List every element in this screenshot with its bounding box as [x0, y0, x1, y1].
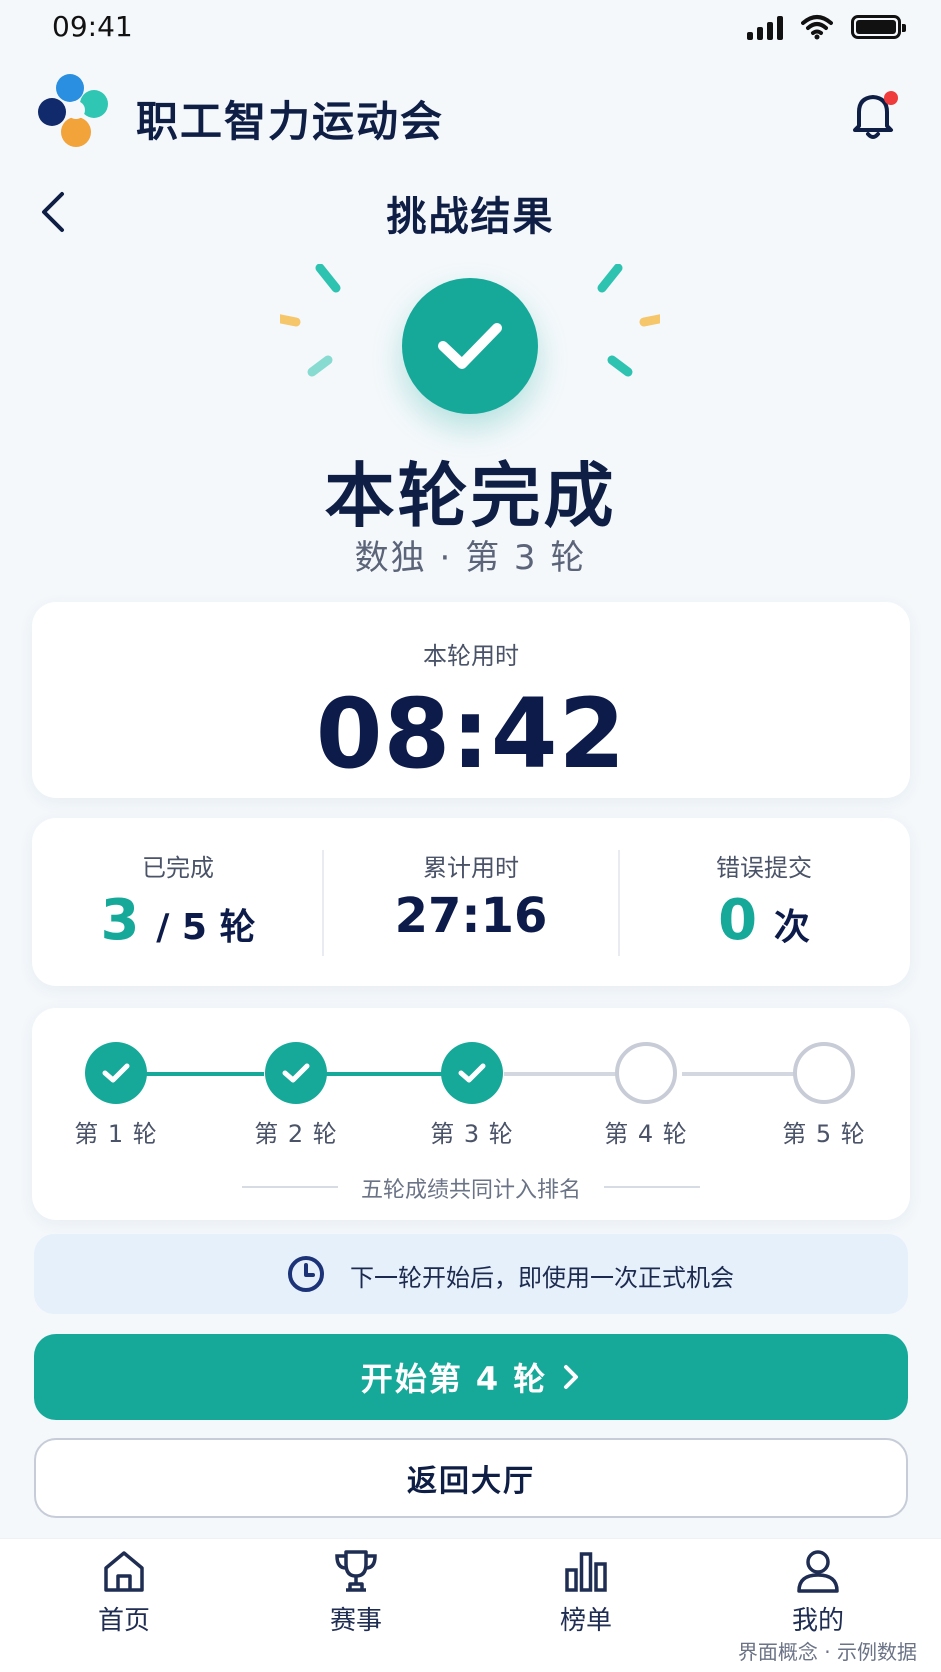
back-to-lobby-button[interactable]: 返回大厅: [34, 1438, 908, 1518]
bar-chart-icon: [565, 1552, 607, 1592]
status-icons: [747, 14, 906, 40]
progress-note: 五轮成绩共同计入排名: [360, 1178, 581, 1203]
start-next-round-label: 开始第 4 轮: [360, 1360, 548, 1398]
user-icon: [797, 1550, 839, 1593]
home-icon: [104, 1551, 144, 1592]
round-label-4: 第 4 轮: [604, 1120, 688, 1148]
progress-connector: [146, 1072, 264, 1076]
completed-unit: / 5 轮: [156, 907, 256, 948]
round-label-5: 第 5 轮: [782, 1120, 866, 1148]
total-time-label: 累计用时: [423, 854, 519, 882]
round-node-3: [441, 1042, 503, 1104]
round-label-3: 第 3 轮: [430, 1120, 514, 1148]
stat-errors: 错误提交 0 次: [618, 818, 910, 986]
tab-leaderboard-label: 榜单: [559, 1606, 612, 1636]
round-time-value: 08:42: [315, 678, 627, 790]
success-badge: [402, 278, 538, 414]
tab-leaderboard[interactable]: 榜单: [516, 1548, 656, 1648]
stat-divider: [322, 850, 324, 956]
status-time: 09:41: [52, 10, 133, 43]
result-headline: 本轮完成: [324, 455, 617, 537]
trophy-icon: [335, 1550, 377, 1592]
errors-label: 错误提交: [716, 854, 812, 882]
round-time-label: 本轮用时: [423, 642, 519, 670]
errors-unit: 次: [773, 907, 810, 948]
round-time-card: 本轮用时 08:42: [32, 602, 910, 798]
round-label-2: 第 2 轮: [254, 1120, 338, 1148]
page-title: 挑战结果: [386, 194, 555, 240]
tab-profile-label: 我的: [791, 1606, 844, 1636]
completed-value-row: 3 / 5 轮: [32, 888, 324, 953]
tab-profile[interactable]: 我的: [748, 1548, 888, 1648]
clock-icon: [288, 1256, 324, 1292]
stat-total-time: 累计用时 27:16: [325, 818, 617, 986]
total-time-value: 27:16: [394, 888, 548, 944]
footnote: 界面概念 · 示例数据: [737, 1640, 917, 1664]
battery-icon: [851, 15, 906, 39]
round-node-1: [85, 1042, 147, 1104]
stats-card: 已完成 3 / 5 轮 累计用时 27:16 错误提交 0 次: [32, 818, 910, 986]
round-node-4: [615, 1042, 677, 1104]
bell-icon[interactable]: [849, 88, 899, 142]
notification-dot: [884, 91, 898, 105]
completed-label: 已完成: [142, 854, 214, 882]
round-node-2: [265, 1042, 327, 1104]
progress-connector: [682, 1072, 794, 1076]
tip-text: 下一轮开始后，即使用一次正式机会: [350, 1264, 734, 1292]
check-icon: [458, 1063, 486, 1083]
tab-events[interactable]: 赛事: [286, 1548, 426, 1648]
next-round-tip: 下一轮开始后，即使用一次正式机会: [34, 1234, 908, 1314]
check-icon: [282, 1063, 310, 1083]
stat-completed: 已完成 3 / 5 轮: [32, 818, 324, 986]
app-title: 职工智力运动会: [136, 97, 445, 146]
signal-icon: [747, 14, 783, 40]
round-node-5: [793, 1042, 855, 1104]
note-divider: [604, 1186, 700, 1188]
progress-connector: [326, 1072, 442, 1076]
completed-value: 3: [100, 888, 140, 953]
chevron-right-icon: [564, 1365, 579, 1389]
tab-events-label: 赛事: [329, 1606, 382, 1636]
round-label-1: 第 1 轮: [74, 1120, 158, 1148]
app-logo: [38, 74, 108, 147]
progress-connector: [504, 1072, 620, 1076]
check-icon: [102, 1063, 130, 1083]
errors-value-row: 0 次: [618, 888, 910, 953]
errors-value: 0: [718, 888, 758, 953]
start-next-round-button[interactable]: 开始第 4 轮: [34, 1334, 908, 1420]
check-icon: [438, 323, 502, 369]
result-subline: 数独 · 第 3 轮: [354, 538, 587, 578]
tab-home-label: 首页: [97, 1606, 150, 1636]
wifi-icon: [801, 15, 833, 40]
tab-home[interactable]: 首页: [54, 1548, 194, 1648]
